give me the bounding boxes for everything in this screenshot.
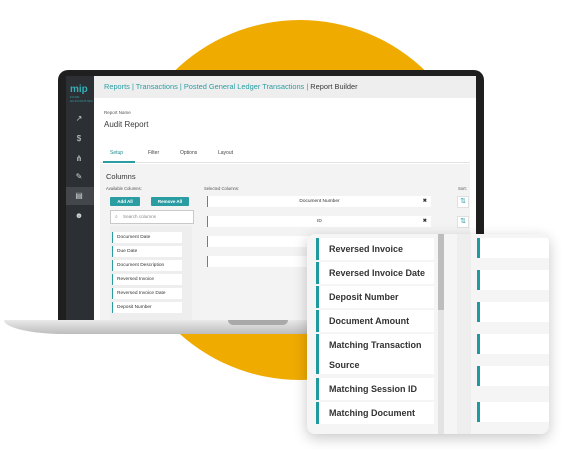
sort-icon[interactable]: ⇅ [457, 216, 469, 228]
available-columns-label: Available Columns: [106, 186, 142, 191]
top-bar: Reports | Transactions | Posted General … [94, 76, 476, 98]
breadcrumb-reports[interactable]: Reports [104, 82, 130, 91]
list-item[interactable]: Due Date [112, 246, 182, 257]
tab-options[interactable]: Options [180, 150, 197, 156]
document-icon[interactable]: ▤ [72, 189, 86, 203]
sort-label: Sort: [458, 186, 467, 191]
popup-scrollbar[interactable] [438, 234, 444, 434]
tab-filter[interactable]: Filter [148, 150, 159, 156]
list-item[interactable]: Document Description [112, 260, 182, 271]
popup-scrollbar-thumb[interactable] [438, 234, 444, 310]
selected-column-item[interactable] [477, 334, 549, 354]
sidebar: mip FUND ACCOUNTING ↗ $ ⋔ ✎ ▤ ☻ [66, 76, 94, 320]
sort-icon[interactable]: ⇅ [457, 196, 469, 208]
remove-icon[interactable]: ✖ [423, 216, 427, 227]
trend-icon[interactable]: ↗ [72, 112, 86, 126]
wrench-icon[interactable]: ✎ [72, 170, 86, 184]
people-icon[interactable]: ☻ [72, 209, 86, 223]
report-title[interactable]: Audit Report [104, 120, 148, 129]
selected-column-item[interactable] [477, 238, 549, 258]
columns-title: Columns [106, 172, 136, 181]
tab-layout[interactable]: Layout [218, 150, 233, 156]
tab-bar: Setup Filter Options Layout [100, 146, 470, 163]
popup-list-item[interactable]: Reversed Invoice [316, 238, 434, 260]
laptop-notch [228, 320, 288, 325]
popup-list-item[interactable]: Reversed Invoice Date [316, 262, 434, 284]
remove-all-button[interactable]: Remove All [151, 197, 189, 206]
popup-list-item[interactable]: Document Amount [316, 310, 434, 332]
report-name-label: Report Name [104, 110, 131, 115]
selected-column-item[interactable]: ID ✖ [207, 216, 431, 227]
breadcrumb-posted[interactable]: Posted General Ledger Transactions [184, 82, 304, 91]
search-icon: ⌕ [115, 214, 118, 220]
add-all-button[interactable]: Add All [110, 197, 140, 206]
list-item[interactable]: Reversed Invoice Date [112, 288, 182, 299]
breadcrumb: Reports | Transactions | Posted General … [104, 82, 358, 91]
search-columns-input[interactable]: ⌕ Search columns [110, 210, 194, 224]
selected-column-item[interactable]: Document Number ✖ [207, 196, 431, 207]
available-columns-list[interactable]: Document Date Due Date Document Descript… [110, 226, 192, 320]
breadcrumb-current: Report Builder [310, 82, 358, 91]
selected-column-item[interactable] [477, 302, 549, 322]
popup-list-item[interactable]: Deposit Number [316, 286, 434, 308]
dollar-icon[interactable]: $ [72, 132, 86, 146]
tab-setup[interactable]: Setup [110, 150, 123, 156]
zoomed-column-list: Reversed Invoice Reversed Invoice Date D… [307, 234, 549, 434]
popup-divider [457, 234, 471, 434]
popup-list-item[interactable]: Matching Document [316, 402, 434, 424]
active-tab-underline [103, 161, 135, 163]
popup-list-item[interactable]: Matching Session ID [316, 378, 434, 400]
selected-columns-label: Selected Columns: [204, 186, 240, 191]
popup-list-item[interactable]: Matching Transaction Source [316, 334, 434, 374]
list-item[interactable]: Document Date [112, 232, 182, 243]
list-item[interactable]: Deposit Number [112, 302, 182, 313]
breadcrumb-transactions[interactable]: Transactions [136, 82, 178, 91]
mip-logo: mip FUND ACCOUNTING [70, 84, 94, 103]
list-item[interactable]: Reversed Invoice [112, 274, 182, 285]
selected-column-item[interactable] [477, 402, 549, 422]
remove-icon[interactable]: ✖ [423, 196, 427, 207]
selected-column-item[interactable] [477, 270, 549, 290]
flow-icon[interactable]: ⋔ [72, 152, 86, 166]
selected-column-item[interactable] [477, 366, 549, 386]
